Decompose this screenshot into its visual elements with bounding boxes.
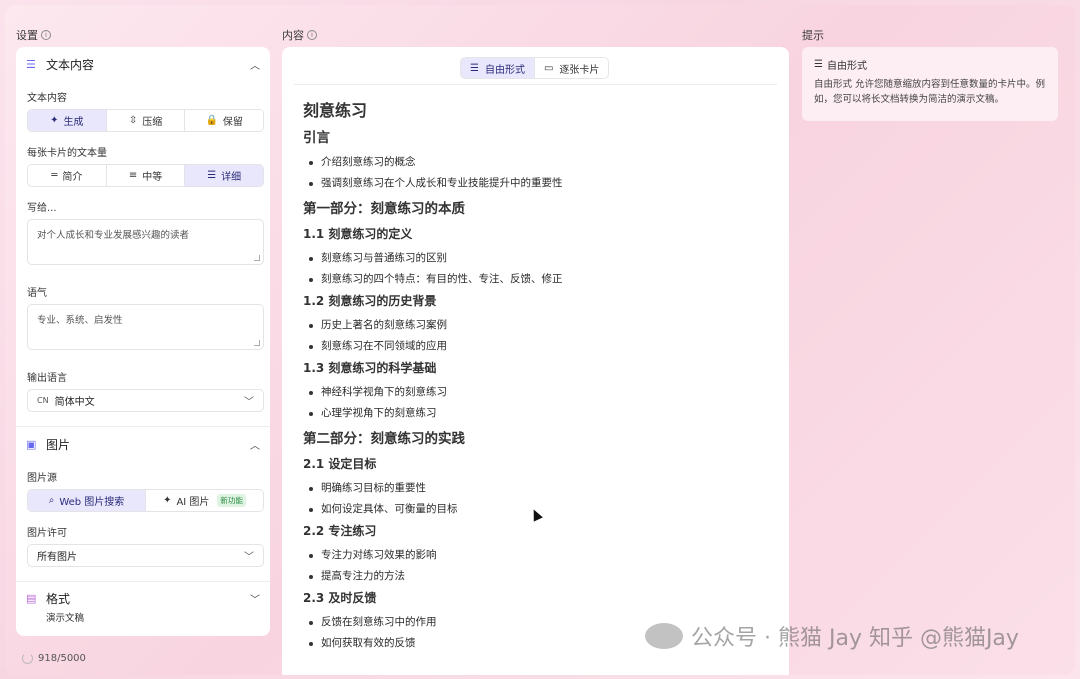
brief-icon: ═ [51, 170, 58, 181]
compress-icon: ⇳ [128, 115, 138, 126]
char-count-status: 918/5000 [22, 653, 86, 664]
document-editor[interactable]: 刻意练习 引言 介绍刻意练习的概念 强调刻意练习在个人成长和专业技能提升中的重要… [303, 100, 773, 655]
doc-heading[interactable]: 第二部分：刻意练习的实践 [303, 429, 773, 454]
list-item[interactable]: 刻意练习的四个特点：有目的性、专注、反馈、修正 [303, 270, 773, 291]
chevron-down-icon[interactable]: ﹀ [250, 591, 260, 606]
doc-subheading[interactable]: 1.1 刻意练习的定义 [303, 224, 773, 249]
ai-image-button[interactable]: ✦ AI 图片 新功能 [146, 490, 263, 511]
list-item[interactable]: 神经科学视角下的刻意练习 [303, 383, 773, 404]
amount-medium-button[interactable]: ≡ 中等 [106, 165, 186, 186]
amount-detailed-button[interactable]: ☰ 详细 [185, 165, 263, 186]
output-language-select[interactable]: CN 简体中文 ﹀ [27, 389, 264, 412]
divider [16, 581, 270, 582]
doc-subheading[interactable]: 1.3 刻意练习的科学基础 [303, 358, 773, 383]
flag-icon: CN [37, 396, 49, 405]
chevron-up-icon[interactable]: ︿ [250, 437, 260, 452]
wechat-logo-icon [645, 623, 683, 649]
image-source-selector: ⌕ Web 图片搜索 ✦ AI 图片 新功能 [27, 489, 264, 512]
detailed-icon: ☰ [207, 170, 217, 181]
watermark: 公众号 · 熊猫 Jay 知乎 @熊猫Jay [645, 620, 1019, 652]
doc-subheading[interactable]: 2.2 专注练习 [303, 521, 773, 546]
text-mode-generate-button[interactable]: ✦ 生成 [28, 110, 107, 131]
doc-title[interactable]: 刻意练习 [303, 100, 773, 128]
hints-column-label: 提示 [802, 29, 824, 42]
text-mode-selector: ✦ 生成 ⇳ 压缩 🔒 保留 [27, 109, 264, 132]
format-value: 演示文稿 [46, 613, 85, 624]
doc-subheading[interactable]: 2.3 及时反馈 [303, 588, 773, 613]
progress-ring-icon [22, 653, 33, 664]
list-item[interactable]: 专注力对练习效果的影响 [303, 546, 773, 567]
hint-title: ☰ 自由形式 [814, 59, 867, 72]
lock-icon: 🔒 [205, 115, 218, 126]
hint-text: 自由形式 允许您随意缩放内容到任意数量的卡片中。例如，您可以将长文档转换为简洁的… [814, 79, 1046, 105]
divider [294, 84, 777, 85]
doc-heading[interactable]: 第一部分：刻意练习的本质 [303, 199, 773, 224]
output-language-label: 输出语言 [27, 373, 67, 384]
image-license-label: 图片许可 [27, 528, 67, 539]
card-icon: ▭ [543, 62, 554, 74]
text-amount-selector: ═ 简介 ≡ 中等 ☰ 详细 [27, 164, 264, 187]
text-section-header[interactable]: ☰ 文本内容 ︿ [16, 47, 270, 81]
text-lines-icon: ☰ [26, 57, 36, 71]
sparkle-icon: ✦ [50, 115, 59, 126]
doc-subheading[interactable]: 1.2 刻意练习的历史背景 [303, 291, 773, 316]
list-item[interactable]: 提高专注力的方法 [303, 567, 773, 588]
doc-subheading[interactable]: 2.1 设定目标 [303, 454, 773, 479]
list-item[interactable]: 刻意练习与普通练习的区别 [303, 249, 773, 270]
app-window: 设置 i 内容 i 提示 ☰ 文本内容 ︿ 文本内容 ✦ 生成 ⇳ 压缩 🔒 保留 [5, 5, 1075, 675]
settings-panel: ☰ 文本内容 ︿ 文本内容 ✦ 生成 ⇳ 压缩 🔒 保留 每张卡片的文本量 ═ … [16, 47, 270, 636]
ai-sparkle-icon: ✦ [163, 495, 172, 506]
format-section-header[interactable]: ▤ 格式 ﹀ [16, 586, 270, 610]
audience-label: 写给... [27, 203, 57, 214]
list-item[interactable]: 强调刻意练习在个人成长和专业技能提升中的重要性 [303, 174, 773, 195]
text-mode-compress-button[interactable]: ⇳ 压缩 [106, 110, 186, 131]
web-image-search-button[interactable]: ⌕ Web 图片搜索 [28, 490, 146, 511]
content-column-label: 内容 i [282, 27, 317, 43]
chevron-down-icon: ﹀ [244, 552, 254, 563]
image-source-label: 图片源 [27, 473, 57, 484]
list-item[interactable]: 刻意练习在不同领域的应用 [303, 337, 773, 358]
image-icon: ▣ [26, 437, 37, 451]
new-feature-badge: 新功能 [217, 494, 246, 507]
list-item[interactable]: 历史上著名的刻意练习案例 [303, 316, 773, 337]
layout-icon: ▤ [26, 591, 37, 605]
info-icon[interactable]: i [307, 30, 317, 40]
search-icon: ⌕ [48, 495, 55, 506]
list-item[interactable]: 心理学视角下的刻意练习 [303, 404, 773, 425]
free-form-icon: ☰ [814, 59, 823, 70]
medium-icon: ≡ [128, 170, 138, 181]
text-content-label: 文本内容 [27, 93, 67, 104]
image-section-header[interactable]: ▣ 图片 ︿ [16, 427, 270, 461]
content-panel: ☰ 自由形式 ▭ 逐张卡片 刻意练习 引言 介绍刻意练习的概念 强调刻意练习在个… [282, 47, 789, 675]
text-amount-label: 每张卡片的文本量 [27, 148, 107, 159]
image-license-select[interactable]: 所有图片 ﹀ [27, 544, 264, 567]
text-mode-preserve-button[interactable]: 🔒 保留 [185, 110, 263, 131]
chevron-up-icon[interactable]: ︿ [250, 57, 260, 72]
list-item[interactable]: 明确练习目标的重要性 [303, 479, 773, 500]
doc-heading[interactable]: 引言 [303, 128, 773, 153]
list-item[interactable]: 介绍刻意练习的概念 [303, 153, 773, 174]
card-by-card-tab[interactable]: ▭ 逐张卡片 [535, 58, 608, 78]
chevron-down-icon: ﹀ [244, 397, 254, 408]
free-form-tab[interactable]: ☰ 自由形式 [461, 58, 535, 78]
tone-label: 语气 [27, 288, 47, 299]
settings-column-label: 设置 i [16, 27, 51, 43]
free-form-icon: ☰ [470, 62, 479, 74]
mode-toggle: ☰ 自由形式 ▭ 逐张卡片 [460, 57, 610, 79]
info-icon[interactable]: i [41, 30, 51, 40]
tone-textarea[interactable]: 专业、系统、启发性 [27, 304, 264, 350]
amount-brief-button[interactable]: ═ 简介 [28, 165, 107, 186]
audience-textarea[interactable]: 对个人成长和专业发展感兴趣的读者 [27, 219, 264, 265]
hint-card: ☰ 自由形式 自由形式 允许您随意缩放内容到任意数量的卡片中。例如，您可以将长文… [802, 47, 1058, 121]
